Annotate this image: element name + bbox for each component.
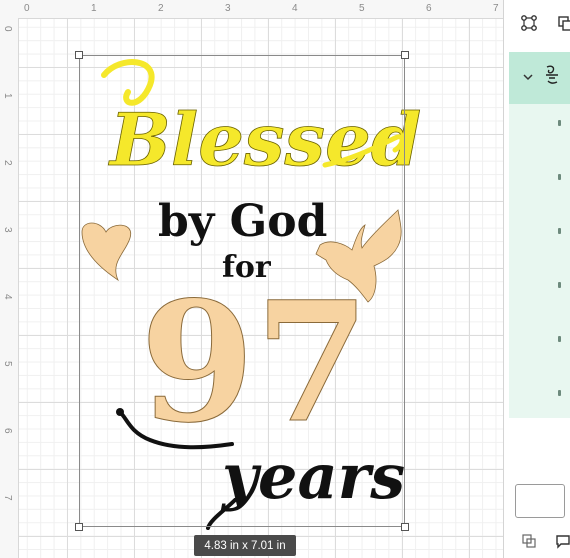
layer-visibility-marker[interactable]: [558, 228, 561, 234]
ruler-number: 2: [2, 160, 13, 166]
comment-icon[interactable]: [552, 530, 570, 552]
vertical-ruler: 0 1 2 3 4 5 6 7: [0, 18, 19, 558]
duplicate-icon[interactable]: [554, 12, 570, 34]
canvas-color-swatch[interactable]: [515, 484, 565, 518]
ruler-number: 0: [2, 26, 13, 32]
ruler-number: 3: [2, 227, 13, 233]
layer-visibility-marker[interactable]: [558, 120, 561, 126]
ruler-number: 7: [2, 495, 13, 501]
resize-handle-bottom-left[interactable]: [75, 523, 83, 531]
layer-visibility-marker[interactable]: [558, 336, 561, 342]
ruler-number: 1: [91, 3, 97, 14]
layer-thumbnail-icon: [541, 64, 563, 86]
layer-visibility-marker[interactable]: [558, 174, 561, 180]
ruler-number: 1: [2, 93, 13, 99]
ruler-number: 0: [24, 3, 30, 14]
ruler-number: 4: [292, 3, 298, 14]
ruler-number: 6: [2, 428, 13, 434]
resize-handle-bottom-right[interactable]: [401, 523, 409, 531]
layer-group-contents: [509, 104, 570, 418]
ruler-number: 7: [493, 3, 499, 14]
layer-visibility-marker[interactable]: [558, 282, 561, 288]
ruler-number: 5: [2, 361, 13, 367]
layer-visibility-marker[interactable]: [558, 390, 561, 396]
layer-group-row[interactable]: [509, 52, 570, 104]
ruler-number: 5: [359, 3, 365, 14]
panel-toolbar: [504, 0, 570, 48]
ruler-number: 3: [225, 3, 231, 14]
ruler-number: 4: [2, 294, 13, 300]
horizontal-ruler: 0 1 2 3 4 5 6 7: [0, 0, 503, 19]
ruler-number: 2: [158, 3, 164, 14]
selection-size-readout: 4.83 in x 7.01 in: [194, 535, 296, 556]
chevron-down-icon[interactable]: [517, 66, 539, 88]
group-icon[interactable]: [518, 12, 540, 34]
ruler-number: 6: [426, 3, 432, 14]
copy-icon[interactable]: [518, 530, 540, 552]
resize-handle-top-right[interactable]: [401, 51, 409, 59]
resize-handle-top-left[interactable]: [75, 51, 83, 59]
selection-bounding-box[interactable]: [79, 55, 405, 527]
layers-panel: [503, 0, 570, 558]
